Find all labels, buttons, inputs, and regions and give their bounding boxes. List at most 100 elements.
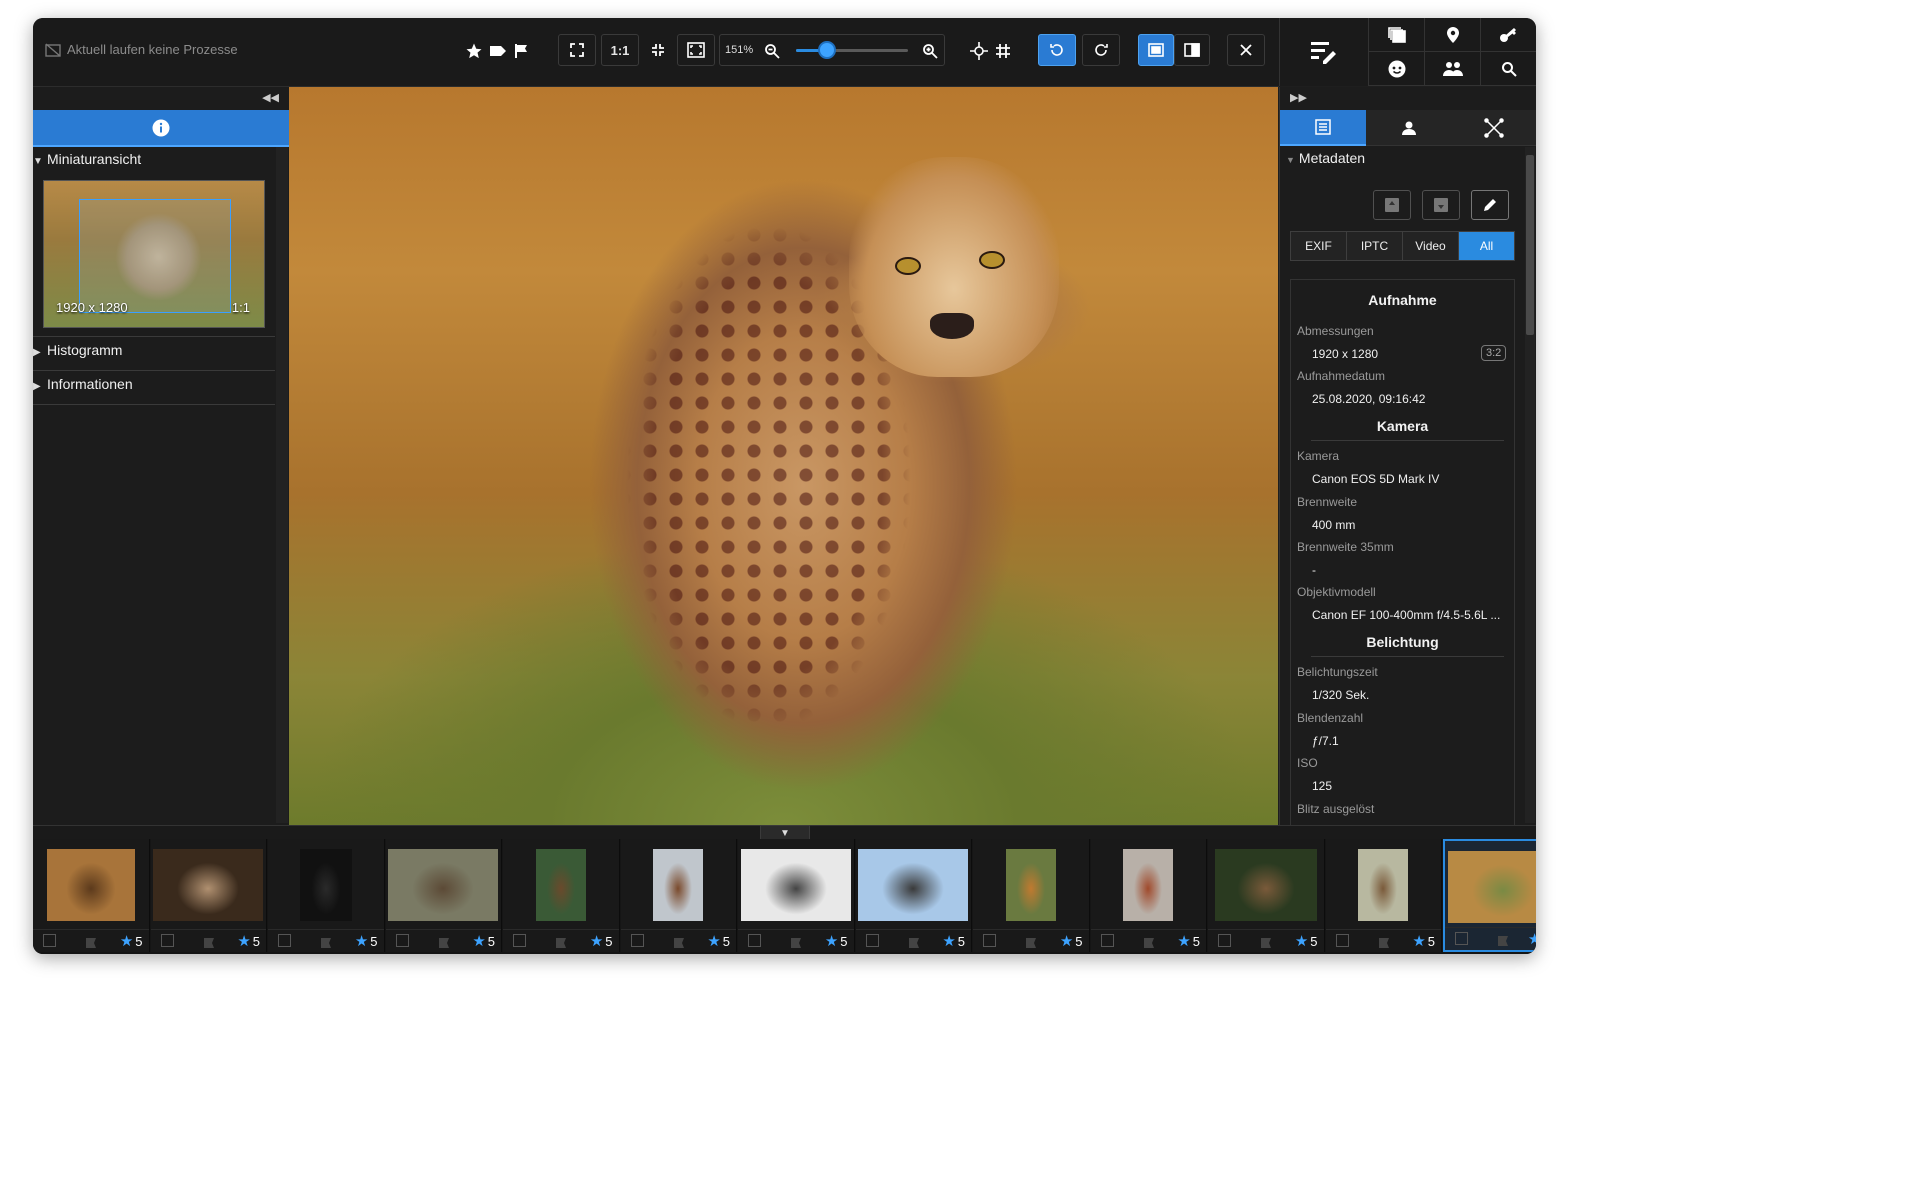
tab-person[interactable] bbox=[1365, 110, 1452, 146]
search-button[interactable] bbox=[1480, 52, 1536, 86]
compare-view-button[interactable] bbox=[1174, 34, 1210, 66]
rating[interactable]: ★5 bbox=[1295, 932, 1318, 950]
select-checkbox[interactable] bbox=[160, 934, 174, 947]
filmstrip-item-horse-snow[interactable]: ★ 5 bbox=[620, 839, 737, 952]
section-info[interactable]: ▶ Informationen bbox=[33, 376, 275, 392]
actual-size-button[interactable]: 1:1 bbox=[601, 34, 639, 66]
select-checkbox[interactable] bbox=[1100, 934, 1114, 947]
filmstrip-item-cheetah[interactable]: ★5 bbox=[1443, 839, 1536, 952]
field-value[interactable]: 400 mm bbox=[1312, 518, 1355, 532]
field-value[interactable]: 25.08.2020, 09:16:42 bbox=[1312, 392, 1425, 406]
shrink-button[interactable] bbox=[639, 34, 677, 66]
section-thumbnail[interactable]: ▼ Miniaturansicht bbox=[33, 151, 275, 167]
section-histogram[interactable]: ▶ Histogramm bbox=[33, 342, 275, 358]
rating[interactable]: ★5 bbox=[825, 932, 848, 950]
tab-connections[interactable] bbox=[1451, 110, 1536, 146]
scrollbar-thumb[interactable] bbox=[1526, 155, 1534, 335]
filter-all[interactable]: All bbox=[1459, 232, 1514, 260]
field-value[interactable]: 125 bbox=[1312, 779, 1332, 793]
rotate-left-button[interactable] bbox=[1038, 34, 1076, 66]
rating[interactable]: ★5 bbox=[707, 932, 730, 950]
select-checkbox[interactable] bbox=[630, 934, 644, 947]
rating[interactable]: ★5 bbox=[1412, 932, 1435, 950]
select-checkbox[interactable] bbox=[748, 934, 761, 947]
select-checkbox[interactable] bbox=[1335, 934, 1349, 947]
select-checkbox[interactable] bbox=[278, 934, 291, 947]
filmstrip-item-tiger[interactable]: ★ 5 bbox=[973, 839, 1090, 952]
rating[interactable]: ★5 bbox=[1060, 932, 1083, 950]
filmstrip-item-black-dog[interactable]: ★ 5 bbox=[268, 839, 385, 952]
filter-iptc[interactable]: IPTC bbox=[1347, 232, 1403, 260]
navigator-thumbnail[interactable]: 1920 x 1280 1:1 bbox=[43, 180, 265, 328]
image-viewer[interactable] bbox=[289, 87, 1278, 825]
focus-point-icon[interactable] bbox=[969, 42, 989, 60]
navigator-viewport[interactable] bbox=[79, 199, 231, 313]
select-checkbox[interactable] bbox=[395, 934, 409, 947]
filmstrip-item-deer[interactable]: ★ 5 bbox=[503, 839, 620, 952]
rating[interactable]: ★5 bbox=[1528, 930, 1536, 948]
field-value[interactable]: Canon EOS 5D Mark IV bbox=[1312, 472, 1439, 486]
stack-button[interactable] bbox=[1368, 18, 1425, 52]
close-viewer-button[interactable] bbox=[1227, 34, 1265, 66]
rating[interactable]: ★5 bbox=[355, 932, 378, 950]
metadata-header[interactable]: ▼ Metadaten bbox=[1286, 150, 1365, 166]
tab-metadata[interactable] bbox=[1280, 110, 1366, 146]
collapse-left-icon[interactable]: ◀◀ bbox=[262, 91, 279, 104]
label-tag-icon[interactable] bbox=[488, 42, 508, 60]
import-metadata-button[interactable] bbox=[1373, 190, 1411, 220]
flag-icon[interactable] bbox=[438, 936, 449, 948]
select-checkbox[interactable] bbox=[865, 934, 879, 947]
flag-icon[interactable] bbox=[512, 42, 532, 60]
left-scrollbar[interactable] bbox=[276, 147, 288, 823]
zoom-slider[interactable] bbox=[796, 41, 908, 59]
export-metadata-button[interactable] bbox=[1422, 190, 1460, 220]
flag-icon[interactable] bbox=[555, 936, 566, 948]
rating[interactable]: ★5 bbox=[237, 932, 260, 950]
select-checkbox[interactable] bbox=[513, 934, 526, 947]
field-value[interactable]: - bbox=[1312, 563, 1316, 577]
rotate-right-button[interactable] bbox=[1082, 34, 1120, 66]
field-value[interactable]: Canon EF 100-400mm f/4.5-5.6L ... bbox=[1312, 608, 1500, 622]
fill-screen-button[interactable] bbox=[677, 34, 715, 66]
filmstrip-item-zebra[interactable]: ★ 5 bbox=[738, 839, 855, 952]
filmstrip-item-fawn-grass[interactable]: ★ 5 bbox=[1208, 839, 1325, 952]
rating[interactable]: ★5 bbox=[120, 932, 143, 950]
flag-icon[interactable] bbox=[320, 936, 331, 948]
flag-icon[interactable] bbox=[1143, 936, 1154, 948]
filmstrip-item-duck[interactable]: ★ 5 bbox=[385, 839, 502, 952]
flag-icon[interactable] bbox=[908, 936, 919, 948]
filmstrip-item-eagle[interactable]: ★ 5 bbox=[855, 839, 972, 952]
select-checkbox[interactable] bbox=[1218, 934, 1231, 947]
zoom-slider-handle[interactable] bbox=[818, 41, 837, 59]
field-value[interactable]: 1920 x 1280 bbox=[1312, 347, 1378, 361]
flag-icon[interactable] bbox=[203, 936, 214, 948]
people-button[interactable] bbox=[1424, 52, 1481, 86]
filmstrip-item-barn-owl[interactable]: ★ 5 bbox=[150, 839, 267, 952]
flag-icon[interactable] bbox=[85, 936, 96, 948]
flag-icon[interactable] bbox=[1260, 936, 1271, 948]
edit-list-button[interactable] bbox=[1280, 18, 1369, 86]
filter-video[interactable]: Video bbox=[1403, 232, 1459, 260]
field-value[interactable]: ƒ/7.1 bbox=[1312, 734, 1339, 748]
flag-icon[interactable] bbox=[1025, 936, 1036, 948]
filmstrip-item-bison[interactable]: ★ 5 bbox=[1090, 839, 1207, 952]
rating[interactable]: ★5 bbox=[1177, 932, 1200, 950]
rating[interactable]: ★5 bbox=[590, 932, 613, 950]
select-checkbox[interactable] bbox=[983, 934, 996, 947]
fit-screen-button[interactable] bbox=[558, 34, 596, 66]
flag-icon[interactable] bbox=[673, 936, 684, 948]
grid-icon[interactable] bbox=[993, 42, 1013, 60]
location-button[interactable] bbox=[1424, 18, 1481, 52]
star-icon[interactable] bbox=[464, 42, 484, 60]
flag-icon[interactable] bbox=[1378, 936, 1389, 948]
edit-metadata-button[interactable] bbox=[1471, 190, 1509, 220]
face-button[interactable] bbox=[1368, 52, 1425, 86]
right-scrollbar[interactable] bbox=[1525, 147, 1535, 823]
rating[interactable]: ★5 bbox=[942, 932, 965, 950]
zoom-out-icon[interactable] bbox=[764, 43, 780, 59]
field-value[interactable]: 1/320 Sek. bbox=[1312, 688, 1369, 702]
filmstrip-item-donkeys[interactable]: ★ 5 bbox=[33, 839, 150, 952]
collapse-right-icon[interactable]: ▶▶ bbox=[1290, 91, 1307, 104]
select-checkbox[interactable] bbox=[43, 934, 56, 947]
select-checkbox[interactable] bbox=[1455, 932, 1468, 945]
